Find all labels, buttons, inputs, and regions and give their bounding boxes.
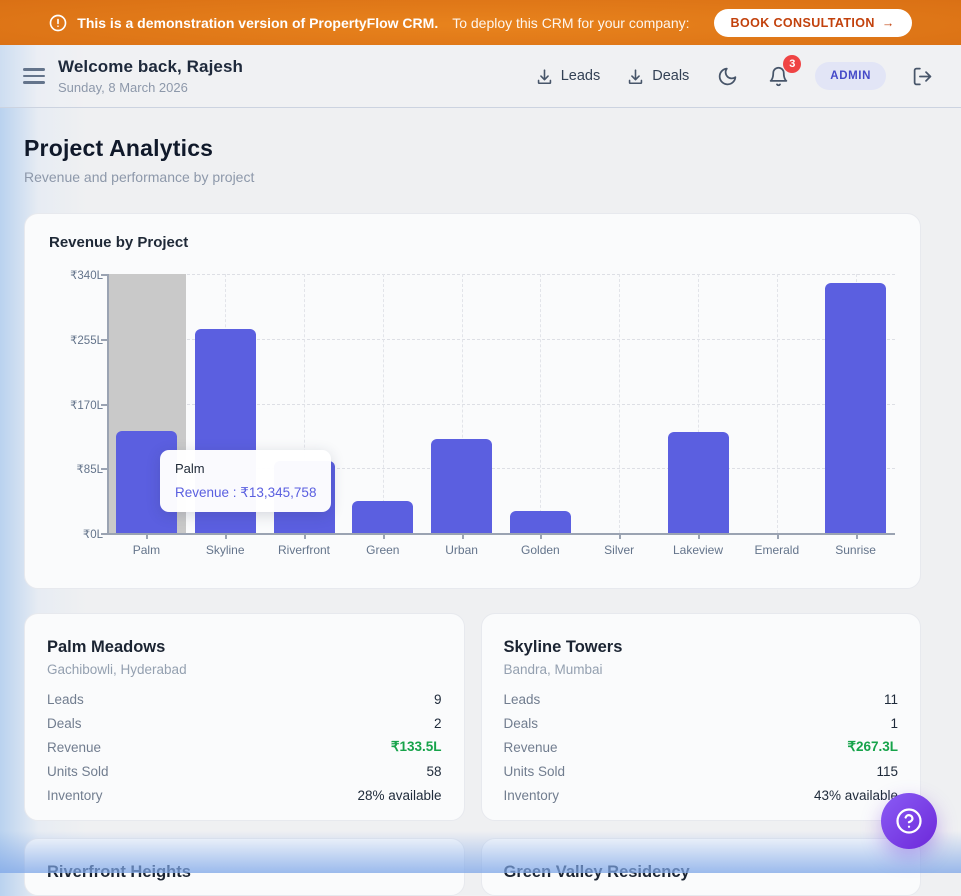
y-axis-tick: [101, 404, 107, 406]
x-axis-label-palm: Palm: [106, 543, 186, 557]
project-cards-row-2: Riverfront Heights Green Valley Residenc…: [24, 838, 921, 896]
grid-line-vertical: [540, 274, 541, 533]
notifications-button[interactable]: 3: [764, 62, 793, 91]
y-axis-tick-label: ₹340L: [49, 268, 103, 282]
app-header: Welcome back, Rajesh Sunday, 8 March 202…: [0, 45, 961, 108]
y-axis-tick-label: ₹0L: [49, 527, 103, 541]
grid-line-vertical: [383, 274, 384, 533]
x-axis-label-lakeview: Lakeview: [658, 543, 738, 557]
export-deals-button[interactable]: Deals: [624, 63, 691, 90]
stat-row-deals: Deals1: [504, 711, 899, 735]
y-axis-tick: [101, 533, 107, 535]
project-name: Skyline Towers: [504, 638, 899, 657]
stat-row-units-sold: Units Sold58: [47, 759, 442, 783]
notification-badge: 3: [783, 55, 801, 73]
y-axis-tick-label: ₹170L: [49, 398, 103, 412]
tooltip-value: Revenue : ₹13,345,758: [175, 485, 316, 501]
x-axis-tick: [146, 533, 148, 539]
header-actions: Leads Deals 3 ADMIN: [533, 62, 937, 91]
help-question-icon: [894, 806, 924, 836]
stat-row-revenue: Revenue₹133.5L: [47, 735, 442, 759]
project-card-skyline-towers: Skyline Towers Bandra, Mumbai Leads11 De…: [481, 613, 922, 821]
stat-row-leads: Leads9: [47, 687, 442, 711]
menu-icon[interactable]: [20, 62, 48, 90]
welcome-title: Welcome back, Rajesh: [58, 57, 243, 77]
x-axis-tick: [462, 533, 464, 539]
revenue-bar-chart: ₹0L₹85L₹170L₹255L₹340LPalmSkylineRiverfr…: [49, 257, 896, 577]
bar-sunrise[interactable]: [825, 283, 886, 533]
help-fab-button[interactable]: [881, 793, 937, 849]
project-card-riverfront-heights: Riverfront Heights: [24, 838, 465, 896]
y-axis-tick-label: ₹85L: [49, 462, 103, 476]
chart-title: Revenue by Project: [49, 234, 896, 251]
y-axis-tick-label: ₹255L: [49, 333, 103, 347]
project-cards-row: Palm Meadows Gachibowli, Hyderabad Leads…: [24, 613, 921, 821]
x-axis-tick: [304, 533, 306, 539]
download-icon: [535, 67, 554, 86]
admin-role-badge[interactable]: ADMIN: [815, 62, 886, 90]
x-axis-label-golden: Golden: [500, 543, 580, 557]
x-axis-label-skyline: Skyline: [185, 543, 265, 557]
stat-row-revenue: Revenue₹267.3L: [504, 735, 899, 759]
logout-icon: [912, 66, 933, 87]
alert-circle-icon: [49, 14, 67, 32]
y-axis-tick: [101, 468, 107, 470]
export-leads-button[interactable]: Leads: [533, 63, 603, 90]
logout-button[interactable]: [908, 62, 937, 91]
x-axis-tick: [540, 533, 542, 539]
x-axis-tick: [777, 533, 779, 539]
project-location: Bandra, Mumbai: [504, 662, 899, 677]
x-axis-label-sunrise: Sunrise: [816, 543, 896, 557]
project-name: Palm Meadows: [47, 638, 442, 657]
bar-lakeview[interactable]: [668, 432, 729, 533]
current-date: Sunday, 8 March 2026: [58, 80, 243, 95]
y-axis-line: [107, 274, 109, 533]
export-deals-label: Deals: [652, 68, 689, 84]
bar-urban[interactable]: [431, 439, 492, 533]
grid-line-vertical: [777, 274, 778, 533]
moon-icon: [717, 66, 738, 87]
x-axis-tick: [856, 533, 858, 539]
download-icon: [626, 67, 645, 86]
x-axis-label-green: Green: [343, 543, 423, 557]
y-axis-tick: [101, 339, 107, 341]
demo-banner: This is a demonstration version of Prope…: [0, 0, 961, 45]
bar-golden[interactable]: [510, 511, 571, 533]
project-card-palm-meadows: Palm Meadows Gachibowli, Hyderabad Leads…: [24, 613, 465, 821]
x-axis-label-emerald: Emerald: [737, 543, 817, 557]
revenue-chart-card: Revenue by Project ₹0L ₹85L ₹170L ₹255L ₹340…: [24, 213, 921, 589]
welcome-block: Welcome back, Rajesh Sunday, 8 March 202…: [58, 57, 243, 95]
stat-row-units-sold: Units Sold115: [504, 759, 899, 783]
x-axis-tick: [698, 533, 700, 539]
dark-mode-toggle[interactable]: [713, 62, 742, 91]
x-axis-tick: [225, 533, 227, 539]
x-axis-label-riverfront: Riverfront: [264, 543, 344, 557]
chart-tooltip: Palm Revenue : ₹13,345,758: [160, 450, 331, 512]
grid-line-vertical: [619, 274, 620, 533]
page-title: Project Analytics: [24, 135, 921, 162]
bar-green[interactable]: [352, 501, 413, 533]
stat-row-deals: Deals2: [47, 711, 442, 735]
banner-bold-text: This is a demonstration version of Prope…: [77, 15, 438, 31]
stat-row-inventory: Inventory28% available: [47, 783, 442, 807]
project-location: Gachibowli, Hyderabad: [47, 662, 442, 677]
project-card-green-valley-residency: Green Valley Residency: [481, 838, 922, 896]
book-consultation-label: BOOK CONSULTATION: [731, 16, 875, 30]
page-subtitle: Revenue and performance by project: [24, 169, 921, 185]
arrow-right-icon: →: [882, 16, 895, 30]
stat-row-inventory: Inventory43% available: [504, 783, 899, 807]
tooltip-title: Palm: [175, 461, 316, 476]
x-axis-tick: [383, 533, 385, 539]
x-axis-label-silver: Silver: [579, 543, 659, 557]
x-axis-tick: [619, 533, 621, 539]
export-leads-label: Leads: [561, 68, 601, 84]
stat-row-leads: Leads11: [504, 687, 899, 711]
y-axis-tick: [101, 274, 107, 276]
book-consultation-button[interactable]: BOOK CONSULTATION →: [714, 9, 912, 37]
main-content: Project Analytics Revenue and performanc…: [24, 135, 921, 896]
banner-normal-text: To deploy this CRM for your company:: [452, 15, 689, 31]
x-axis-label-urban: Urban: [422, 543, 502, 557]
